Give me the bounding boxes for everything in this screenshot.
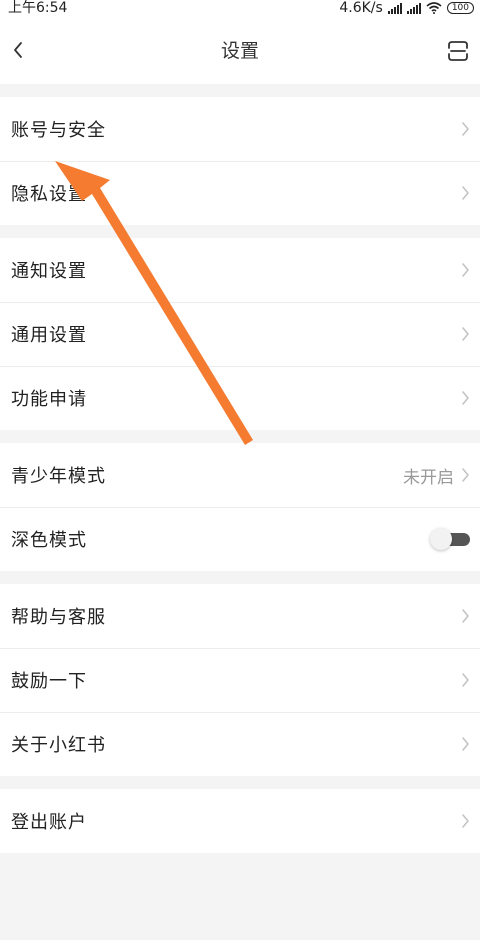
settings-row-label: 账号与安全 [11, 120, 106, 141]
signal-icon [387, 2, 402, 14]
settings-row-trailing [460, 712, 470, 776]
chevron-right-icon [462, 468, 469, 482]
status-bar: 上午6:54 4.6K/s 100 [0, 0, 480, 18]
settings-row-label: 深色模式 [11, 530, 87, 551]
settings-list: 账号与安全隐私设置通知设置通用设置功能申请青少年模式 未开启深色模式帮助与客服鼓励… [0, 97, 480, 866]
settings-group: 帮助与客服鼓励一下关于小红书 [0, 584, 480, 776]
settings-row-value: 未开启 [403, 467, 454, 488]
chevron-left-icon [14, 42, 22, 58]
wifi-icon [426, 2, 442, 14]
settings-row-trailing [460, 238, 470, 302]
settings-row-label: 帮助与客服 [11, 607, 106, 628]
settings-row-label: 隐私设置 [11, 184, 87, 205]
chevron-right-icon [462, 673, 469, 687]
settings-row[interactable]: 鼓励一下 [0, 648, 480, 712]
page-title: 设置 [220, 40, 259, 62]
network-speed: 4.6K/s [339, 0, 383, 16]
chevron-right-icon [462, 263, 469, 277]
settings-row[interactable]: 登出账户 [0, 789, 480, 853]
scan-button[interactable] [446, 39, 470, 63]
settings-group: 账号与安全 隐私设置 [0, 97, 480, 225]
settings-row[interactable]: 账号与安全 [0, 97, 480, 161]
back-button[interactable] [6, 35, 32, 65]
settings-row-trailing: 未开启 [403, 443, 470, 507]
status-icons: 4.6K/s 100 [339, 0, 474, 16]
settings-row-trailing [430, 507, 470, 571]
toggle-knob [430, 528, 452, 550]
settings-row-trailing [460, 789, 470, 853]
settings-row[interactable]: 青少年模式 未开启 [0, 443, 480, 507]
settings-row[interactable]: 功能申请 [0, 366, 480, 430]
settings-row-label: 青少年模式 [11, 466, 106, 487]
chevron-right-icon [462, 327, 469, 341]
chevron-right-icon [462, 737, 469, 751]
chevron-right-icon [462, 391, 469, 405]
settings-row-label: 通用设置 [11, 325, 87, 346]
signal-icon [406, 2, 421, 14]
settings-row-label: 鼓励一下 [11, 671, 87, 692]
settings-row-trailing [460, 97, 470, 161]
settings-row-trailing [460, 648, 470, 712]
chevron-right-icon [462, 814, 469, 828]
settings-group: 通知设置通用设置功能申请 [0, 238, 480, 430]
settings-group: 青少年模式 未开启深色模式 [0, 443, 480, 571]
settings-row[interactable]: 关于小红书 [0, 712, 480, 776]
battery-level: 100 [451, 3, 469, 13]
settings-row-trailing [460, 161, 470, 225]
settings-row[interactable]: 通用设置 [0, 302, 480, 366]
settings-group: 登出账户 [0, 789, 480, 853]
chevron-right-icon [462, 609, 469, 623]
settings-row-trailing [460, 584, 470, 648]
settings-row-label: 通知设置 [11, 261, 87, 282]
settings-row[interactable]: 深色模式 [0, 507, 480, 571]
settings-row-trailing [460, 366, 470, 430]
settings-row-trailing [460, 302, 470, 366]
settings-row[interactable]: 通知设置 [0, 238, 480, 302]
settings-row[interactable]: 隐私设置 [0, 161, 480, 225]
settings-row[interactable]: 帮助与客服 [0, 584, 480, 648]
nav-bar: 设置 [0, 18, 480, 84]
chevron-right-icon [462, 122, 469, 136]
dark-mode-toggle[interactable] [430, 528, 470, 550]
chevron-right-icon [462, 186, 469, 200]
scan-icon [448, 41, 468, 61]
battery-icon: 100 [446, 2, 474, 14]
status-time: 上午6:54 [8, 0, 68, 16]
settings-row-label: 功能申请 [11, 389, 87, 410]
settings-row-label: 登出账户 [11, 812, 87, 833]
settings-row-label: 关于小红书 [11, 735, 106, 756]
